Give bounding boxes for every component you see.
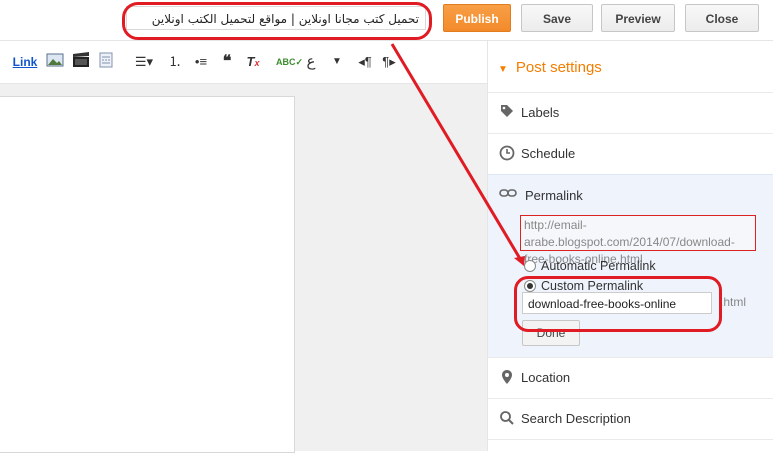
numbered-list-icon[interactable]: ⒈ xyxy=(166,52,184,72)
quote-icon[interactable]: ❝ xyxy=(218,52,236,72)
spellcheck-icon[interactable]: ABC✓ xyxy=(276,52,303,72)
close-button[interactable]: Close xyxy=(685,4,759,32)
jump-break-icon[interactable] xyxy=(97,52,115,72)
bullet-list-icon[interactable]: •≡ xyxy=(192,52,210,72)
labels-label: Labels xyxy=(521,105,560,120)
rtl-icon[interactable]: ◂¶ xyxy=(356,52,374,72)
video-icon[interactable] xyxy=(72,52,90,72)
align-icon[interactable]: ☰▾ xyxy=(130,52,158,72)
sidebar-item-search-description[interactable]: Search Description xyxy=(488,398,773,439)
post-settings-title: Post settings xyxy=(515,59,602,76)
automatic-permalink-option[interactable]: Automatic Permalink xyxy=(524,259,656,273)
sidebar-divider xyxy=(488,439,773,452)
automatic-permalink-label: Automatic Permalink xyxy=(541,259,656,273)
schedule-label: Schedule xyxy=(521,146,576,161)
location-pin-icon xyxy=(499,369,515,385)
search-icon xyxy=(499,410,515,426)
remove-format-icon[interactable]: Tx xyxy=(244,52,262,72)
chevron-down-icon[interactable]: ▼ xyxy=(330,52,344,72)
post-settings-header[interactable]: ▼ Post settings xyxy=(498,59,602,76)
editor-toolbar: Link ☰▾ ⒈ •≡ ❝ Tx ABC✓ ع ▼ ◂¶ ¶▸ xyxy=(0,41,487,84)
ltr-icon[interactable]: ¶▸ xyxy=(380,52,398,72)
image-icon[interactable] xyxy=(46,52,64,72)
title-annotation-oval xyxy=(122,2,432,40)
save-button[interactable]: Save xyxy=(521,4,593,32)
custom-permalink-annotation-oval xyxy=(514,276,722,332)
publish-button[interactable]: Publish xyxy=(443,4,511,32)
permalink-label: Permalink xyxy=(525,188,583,203)
post-settings-panel: ▼ Post settings Labels Schedule Permalink… xyxy=(487,41,773,451)
tag-icon xyxy=(499,104,515,120)
search-description-label: Search Description xyxy=(521,411,631,426)
clock-icon xyxy=(499,145,515,161)
permalink-url: http://email-arabe.blogspot.com/2014/07/… xyxy=(520,215,756,266)
preview-button[interactable]: Preview xyxy=(601,4,675,32)
sidebar-item-location[interactable]: Location xyxy=(488,357,773,398)
link-icon xyxy=(499,187,517,203)
html-suffix: .html xyxy=(720,295,747,309)
location-label: Location xyxy=(521,370,571,385)
automatic-permalink-radio[interactable] xyxy=(524,259,536,272)
sidebar-item-schedule[interactable]: Schedule xyxy=(488,133,773,174)
arabic-input-icon[interactable]: ع xyxy=(302,52,320,72)
link-button[interactable]: Link xyxy=(12,52,38,72)
post-body-editor[interactable] xyxy=(0,96,295,453)
sidebar-item-labels[interactable]: Labels xyxy=(488,92,773,133)
caret-down-icon: ▼ xyxy=(498,64,508,75)
